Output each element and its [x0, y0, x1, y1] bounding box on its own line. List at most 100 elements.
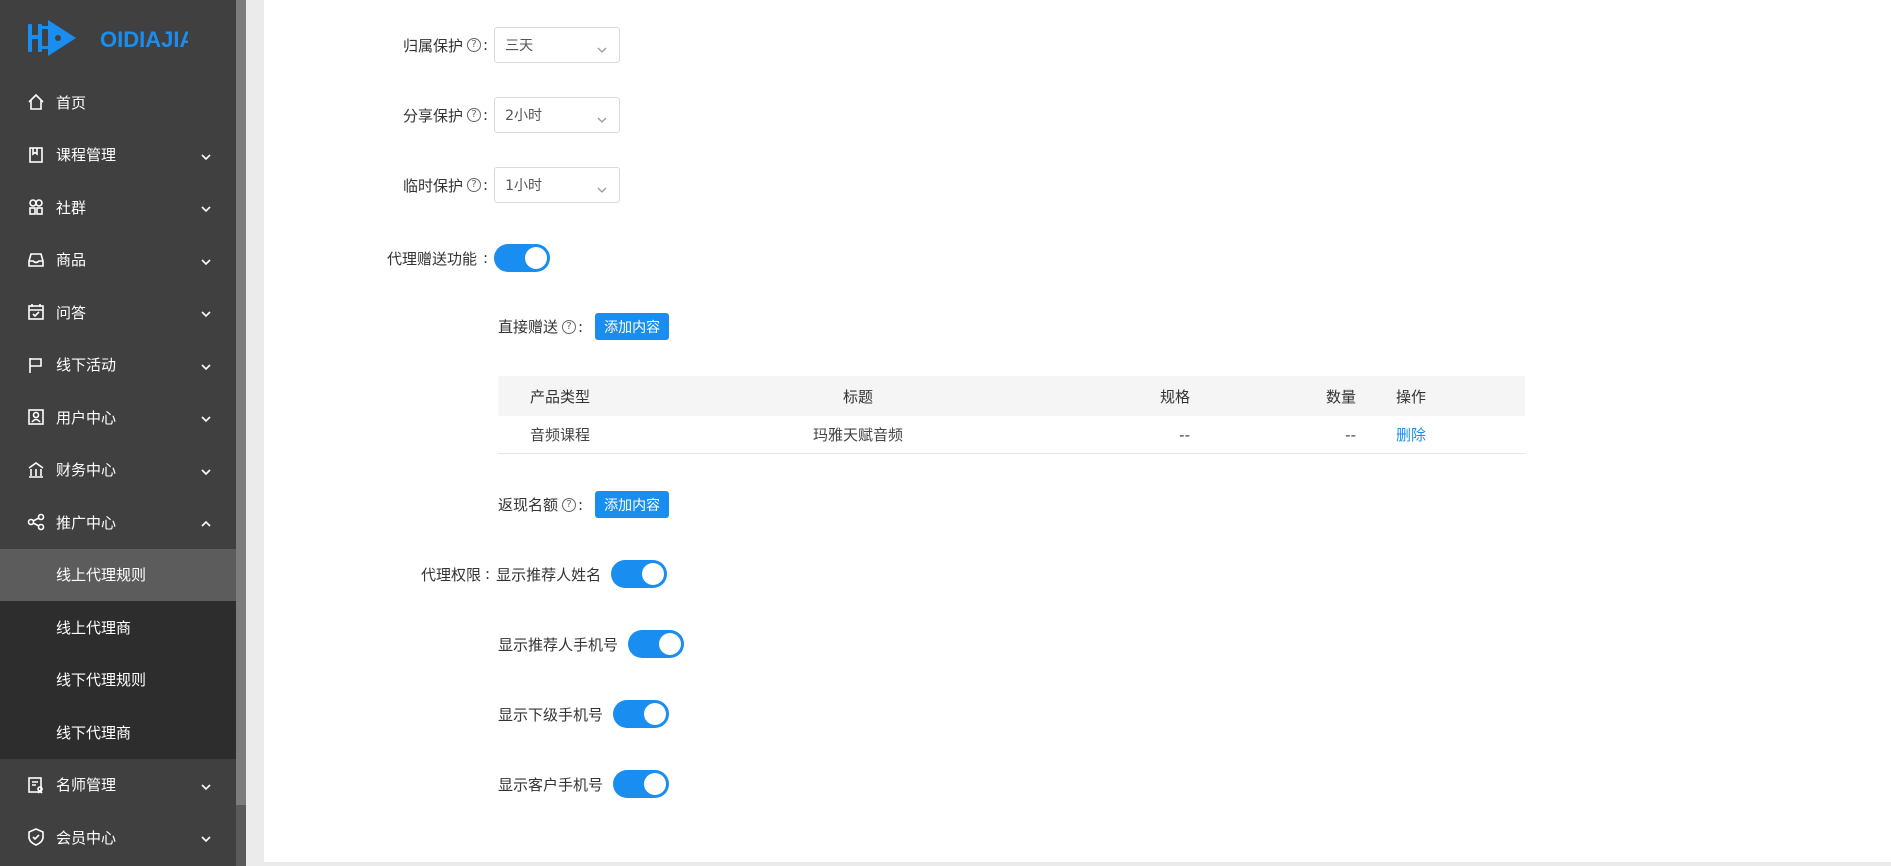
share-icon	[26, 512, 46, 532]
sidebar-item-promotion[interactable]: 推广中心	[0, 496, 236, 549]
column-header: 操作	[1396, 387, 1427, 406]
chevron-down-icon	[200, 831, 212, 843]
sidebar-nav: 首页 课程管理 社群 商品 问答 线下活动 用户中心 财务中心 推广中心 线上代…	[0, 76, 236, 864]
show-subordinate-phone-toggle[interactable]	[613, 700, 670, 728]
sidebar-item-label: 用户中心	[56, 408, 117, 427]
show-referrer-name-toggle[interactable]	[611, 560, 668, 588]
help-icon[interactable]: ?	[562, 319, 577, 334]
table-cell: --	[1345, 425, 1356, 444]
ownership-protect-select[interactable]: 三天	[494, 27, 621, 63]
column-header: 产品类型	[530, 387, 591, 406]
show-customer-phone-toggle[interactable]	[613, 770, 670, 798]
chevron-down-icon	[200, 779, 212, 791]
bank-icon	[26, 460, 46, 480]
sidebar-item-teachers[interactable]: 名师管理	[0, 759, 236, 812]
sidebar-item-label: 名师管理	[56, 776, 117, 795]
table-cell: 音频课程	[530, 426, 591, 444]
chevron-down-icon	[597, 112, 607, 123]
sidebar-item-home[interactable]: 首页	[0, 76, 236, 129]
permission-label: 显示下级手机号	[498, 705, 604, 724]
sidebar-item-courses[interactable]: 课程管理	[0, 129, 236, 182]
column-header: 规格	[1159, 387, 1190, 406]
sidebar-scrollbar[interactable]	[236, 0, 246, 866]
help-icon[interactable]: ?	[467, 178, 482, 192]
share-protect-select[interactable]: 2小时	[494, 97, 621, 133]
direct-gift-label: 直接赠送	[498, 318, 559, 336]
chevron-down-icon	[200, 464, 212, 476]
chevron-down-icon	[200, 254, 212, 266]
permission-row: 显示下级手机号	[498, 700, 670, 728]
column-header: 标题	[842, 387, 873, 406]
chevron-down-icon	[597, 42, 607, 53]
ownership-protect-row: 归属保护 ? : 三天	[403, 27, 621, 63]
flag-icon	[26, 355, 46, 375]
help-icon[interactable]: ?	[562, 497, 577, 512]
table-cell: --	[1179, 425, 1190, 444]
temp-protect-select[interactable]: 1小时	[494, 167, 621, 203]
temp-protect-label: 临时保护	[403, 176, 464, 195]
cashback-label: 返现名额	[498, 496, 559, 514]
chevron-down-icon	[200, 201, 212, 213]
scrollbar-thumb[interactable]	[236, 0, 246, 805]
ownership-protect-label: 归属保护	[403, 36, 464, 55]
inbox-icon	[26, 250, 46, 270]
chevron-down-icon	[597, 182, 607, 193]
permission-label: 显示推荐人手机号	[498, 635, 619, 654]
gift-feature-label: 代理赠送功能	[387, 249, 478, 268]
table-row: 音频课程 玛雅天赋音频 -- -- 删除	[498, 416, 1525, 454]
select-value: 三天	[505, 38, 534, 54]
cashback-row: 返现名额 ? : 添加内容	[498, 491, 670, 518]
help-icon[interactable]: ?	[467, 38, 482, 52]
delete-link[interactable]: 删除	[1396, 426, 1426, 444]
share-protect-label: 分享保护	[403, 106, 464, 125]
permission-label: 显示推荐人姓名	[496, 565, 602, 584]
community-icon	[26, 197, 46, 217]
svg-text:OIDIAJIA: OIDIAJIA	[100, 27, 188, 52]
permissions-label: 代理权限	[421, 565, 482, 584]
column-header: 数量	[1325, 387, 1356, 406]
sidebar-item-label: 课程管理	[56, 146, 117, 165]
add-gift-content-button[interactable]: 添加内容	[595, 313, 670, 340]
shield-check-icon	[26, 827, 46, 847]
submenu-online-agents[interactable]: 线上代理商	[0, 601, 236, 654]
sidebar-item-products[interactable]: 商品	[0, 234, 236, 287]
help-icon[interactable]: ?	[467, 108, 482, 122]
permission-row: 显示推荐人手机号	[498, 630, 685, 658]
gift-feature-toggle[interactable]	[494, 244, 551, 272]
sidebar: OIDIAJIA 首页 课程管理 社群 商品 问答 线下活动 用户中心 财务中心…	[0, 0, 236, 866]
sidebar-item-label: 财务中心	[56, 461, 117, 480]
chevron-down-icon	[200, 306, 212, 318]
user-card-icon	[26, 407, 46, 427]
sidebar-item-qa[interactable]: 问答	[0, 286, 236, 339]
gift-feature-row: 代理赠送功能 :	[387, 244, 551, 272]
teacher-icon	[26, 775, 46, 795]
gift-content-table: 产品类型 标题 规格 数量 操作 音频课程 玛雅天赋音频 -- -- 删除	[498, 376, 1525, 454]
submenu-offline-agents[interactable]: 线下代理商	[0, 706, 236, 759]
select-value: 2小时	[505, 108, 542, 124]
chevron-down-icon	[200, 359, 212, 371]
brand-logo[interactable]: OIDIAJIA	[28, 16, 195, 60]
show-referrer-phone-toggle[interactable]	[628, 630, 685, 658]
submenu-offline-agent-rules[interactable]: 线下代理规则	[0, 654, 236, 707]
main-panel: 归属保护 ? : 三天 分享保护 ? : 2小时 临时保护 ? : 1小时 代理…	[264, 0, 1891, 862]
sidebar-item-label: 首页	[56, 93, 87, 112]
select-value: 1小时	[505, 178, 542, 194]
add-cashback-content-button[interactable]: 添加内容	[595, 491, 670, 518]
sidebar-item-user-center[interactable]: 用户中心	[0, 391, 236, 444]
permission-row: 显示客户手机号	[498, 770, 670, 798]
chevron-down-icon	[200, 411, 212, 423]
home-icon	[26, 92, 46, 112]
share-protect-row: 分享保护 ? : 2小时	[403, 97, 621, 133]
chevron-up-icon	[200, 516, 212, 528]
book-icon	[26, 145, 46, 165]
sidebar-item-community[interactable]: 社群	[0, 181, 236, 234]
direct-gift-row: 直接赠送 ? : 添加内容	[498, 313, 670, 340]
sidebar-item-label: 商品	[56, 251, 87, 270]
sidebar-item-offline-events[interactable]: 线下活动	[0, 339, 236, 392]
sidebar-item-finance[interactable]: 财务中心	[0, 444, 236, 497]
sidebar-item-membership[interactable]: 会员中心	[0, 811, 236, 864]
sidebar-item-label: 线下活动	[56, 356, 117, 375]
permissions-row: 代理权限 : 显示推荐人姓名	[421, 560, 668, 588]
table-cell: 玛雅天赋音频	[812, 426, 903, 444]
submenu-online-agent-rules[interactable]: 线上代理规则	[0, 548, 236, 601]
